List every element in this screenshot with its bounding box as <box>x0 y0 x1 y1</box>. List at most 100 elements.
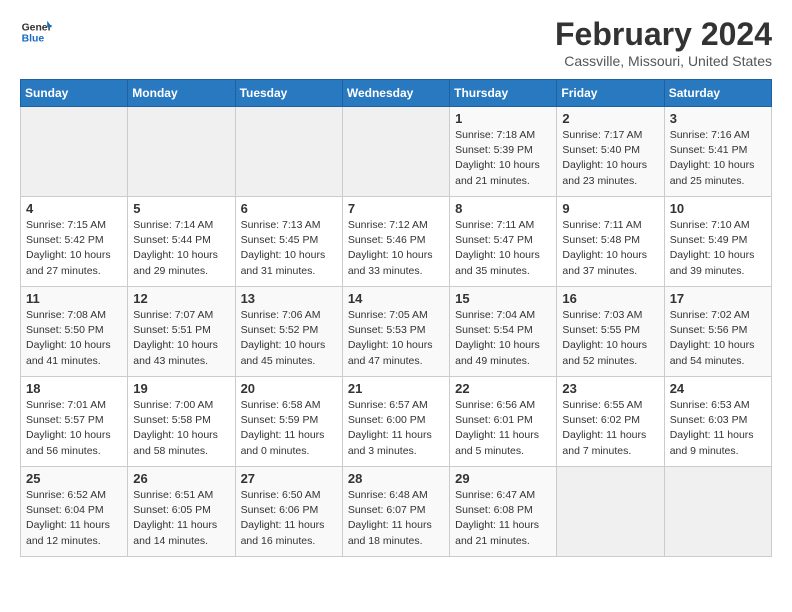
day-info: Sunrise: 6:48 AM Sunset: 6:07 PM Dayligh… <box>348 488 444 549</box>
table-row: 20 Sunrise: 6:58 AM Sunset: 5:59 PM Dayli… <box>235 377 342 467</box>
table-row: 19Sunrise: 7:00 AM Sunset: 5:58 PM Dayli… <box>128 377 235 467</box>
col-wednesday: Wednesday <box>342 80 449 107</box>
col-saturday: Saturday <box>664 80 771 107</box>
col-monday: Monday <box>128 80 235 107</box>
day-number: 18 <box>26 381 122 396</box>
day-number: 24 <box>670 381 766 396</box>
day-info: Sunrise: 6:56 AM Sunset: 6:01 PM Dayligh… <box>455 398 551 459</box>
day-info: Sunrise: 6:51 AM Sunset: 6:05 PM Dayligh… <box>133 488 229 549</box>
day-number: 8 <box>455 201 551 216</box>
table-row: 21 Sunrise: 6:57 AM Sunset: 6:00 PM Dayli… <box>342 377 449 467</box>
table-row: 17 Sunrise: 7:02 AM Sunset: 5:56 PM Dayli… <box>664 287 771 377</box>
day-number: 5 <box>133 201 229 216</box>
day-info: Sunrise: 7:11 AM Sunset: 5:47 PM Dayligh… <box>455 218 551 279</box>
col-sunday: Sunday <box>21 80 128 107</box>
table-row: 3 Sunrise: 7:16 AM Sunset: 5:41 PM Daylig… <box>664 107 771 197</box>
table-row: 10 Sunrise: 7:10 AM Sunset: 5:49 PM Dayli… <box>664 197 771 287</box>
table-row: 13Sunrise: 7:06 AM Sunset: 5:52 PM Dayli… <box>235 287 342 377</box>
table-row: 12 Sunrise: 7:07 AM Sunset: 5:51 PM Dayli… <box>128 287 235 377</box>
svg-text:Blue: Blue <box>22 34 45 45</box>
day-info: Sunrise: 6:47 AM Sunset: 6:08 PM Dayligh… <box>455 488 551 549</box>
calendar-week-row: 11 Sunrise: 7:08 AM Sunset: 5:50 PM Dayli… <box>21 287 772 377</box>
col-thursday: Thursday <box>450 80 557 107</box>
calendar-table: Sunday Monday Tuesday Wednesday Thursday… <box>20 79 772 557</box>
day-info: Sunrise: 7:01 AM Sunset: 5:57 PM Dayligh… <box>26 398 122 459</box>
logo: General Blue General Blue <box>20 16 52 48</box>
page-header: General Blue General Blue February 2024 … <box>20 16 772 69</box>
day-info: Sunrise: 7:07 AM Sunset: 5:51 PM Dayligh… <box>133 308 229 369</box>
table-row: 23 Sunrise: 6:55 AM Sunset: 6:02 PM Dayli… <box>557 377 664 467</box>
day-info: Sunrise: 7:16 AM Sunset: 5:41 PM Dayligh… <box>670 128 766 189</box>
title-block: February 2024 Cassville, Missouri, Unite… <box>555 16 772 69</box>
day-number: 10 <box>670 201 766 216</box>
table-row <box>342 107 449 197</box>
col-friday: Friday <box>557 80 664 107</box>
day-number: 15 <box>455 291 551 306</box>
table-row: 11 Sunrise: 7:08 AM Sunset: 5:50 PM Dayli… <box>21 287 128 377</box>
day-info: Sunrise: 7:03 AM Sunset: 5:55 PM Dayligh… <box>562 308 658 369</box>
day-number: 20 <box>241 381 337 396</box>
day-info: Sunrise: 7:15 AM Sunset: 5:42 PM Dayligh… <box>26 218 122 279</box>
table-row: 6Sunrise: 7:13 AM Sunset: 5:45 PM Daylig… <box>235 197 342 287</box>
day-info: Sunrise: 6:58 AM Sunset: 5:59 PM Dayligh… <box>241 398 337 459</box>
day-info: Sunrise: 7:17 AM Sunset: 5:40 PM Dayligh… <box>562 128 658 189</box>
day-info: Sunrise: 7:00 AM Sunset: 5:58 PM Dayligh… <box>133 398 229 459</box>
day-number: 13 <box>241 291 337 306</box>
table-row <box>664 467 771 557</box>
day-number: 22 <box>455 381 551 396</box>
table-row: 16Sunrise: 7:03 AM Sunset: 5:55 PM Dayli… <box>557 287 664 377</box>
table-row: 7Sunrise: 7:12 AM Sunset: 5:46 PM Daylig… <box>342 197 449 287</box>
day-info: Sunrise: 7:11 AM Sunset: 5:48 PM Dayligh… <box>562 218 658 279</box>
table-row: 27 Sunrise: 6:50 AM Sunset: 6:06 PM Dayli… <box>235 467 342 557</box>
table-row <box>235 107 342 197</box>
calendar-week-row: 25 Sunrise: 6:52 AM Sunset: 6:04 PM Dayli… <box>21 467 772 557</box>
day-number: 21 <box>348 381 444 396</box>
calendar-week-row: 4 Sunrise: 7:15 AM Sunset: 5:42 PM Daylig… <box>21 197 772 287</box>
day-info: Sunrise: 6:57 AM Sunset: 6:00 PM Dayligh… <box>348 398 444 459</box>
day-number: 25 <box>26 471 122 486</box>
day-info: Sunrise: 7:10 AM Sunset: 5:49 PM Dayligh… <box>670 218 766 279</box>
table-row: 1Sunrise: 7:18 AM Sunset: 5:39 PM Daylig… <box>450 107 557 197</box>
table-row: 2 Sunrise: 7:17 AM Sunset: 5:40 PM Daylig… <box>557 107 664 197</box>
table-row: 9 Sunrise: 7:11 AM Sunset: 5:48 PM Daylig… <box>557 197 664 287</box>
day-number: 9 <box>562 201 658 216</box>
day-info: Sunrise: 7:02 AM Sunset: 5:56 PM Dayligh… <box>670 308 766 369</box>
calendar-week-row: 18 Sunrise: 7:01 AM Sunset: 5:57 PM Dayli… <box>21 377 772 467</box>
day-info: Sunrise: 6:52 AM Sunset: 6:04 PM Dayligh… <box>26 488 122 549</box>
day-number: 27 <box>241 471 337 486</box>
table-row: 15 Sunrise: 7:04 AM Sunset: 5:54 PM Dayli… <box>450 287 557 377</box>
day-number: 28 <box>348 471 444 486</box>
day-number: 2 <box>562 111 658 126</box>
table-row: 5Sunrise: 7:14 AM Sunset: 5:44 PM Daylig… <box>128 197 235 287</box>
day-info: Sunrise: 7:05 AM Sunset: 5:53 PM Dayligh… <box>348 308 444 369</box>
day-info: Sunrise: 7:04 AM Sunset: 5:54 PM Dayligh… <box>455 308 551 369</box>
day-number: 4 <box>26 201 122 216</box>
day-info: Sunrise: 6:50 AM Sunset: 6:06 PM Dayligh… <box>241 488 337 549</box>
table-row: 14 Sunrise: 7:05 AM Sunset: 5:53 PM Dayli… <box>342 287 449 377</box>
table-row <box>21 107 128 197</box>
day-number: 14 <box>348 291 444 306</box>
table-row: 18 Sunrise: 7:01 AM Sunset: 5:57 PM Dayli… <box>21 377 128 467</box>
day-info: Sunrise: 7:08 AM Sunset: 5:50 PM Dayligh… <box>26 308 122 369</box>
day-number: 23 <box>562 381 658 396</box>
table-row <box>128 107 235 197</box>
logo-icon: General Blue <box>20 16 52 48</box>
day-number: 3 <box>670 111 766 126</box>
day-number: 17 <box>670 291 766 306</box>
day-info: Sunrise: 6:53 AM Sunset: 6:03 PM Dayligh… <box>670 398 766 459</box>
table-row: 24 Sunrise: 6:53 AM Sunset: 6:03 PM Dayli… <box>664 377 771 467</box>
calendar-week-row: 1Sunrise: 7:18 AM Sunset: 5:39 PM Daylig… <box>21 107 772 197</box>
table-row: 28 Sunrise: 6:48 AM Sunset: 6:07 PM Dayli… <box>342 467 449 557</box>
day-number: 7 <box>348 201 444 216</box>
day-number: 12 <box>133 291 229 306</box>
table-row <box>557 467 664 557</box>
table-row: 4 Sunrise: 7:15 AM Sunset: 5:42 PM Daylig… <box>21 197 128 287</box>
day-number: 11 <box>26 291 122 306</box>
page-subtitle: Cassville, Missouri, United States <box>555 53 772 69</box>
table-row: 8 Sunrise: 7:11 AM Sunset: 5:47 PM Daylig… <box>450 197 557 287</box>
day-number: 1 <box>455 111 551 126</box>
day-info: Sunrise: 6:55 AM Sunset: 6:02 PM Dayligh… <box>562 398 658 459</box>
table-row: 25 Sunrise: 6:52 AM Sunset: 6:04 PM Dayli… <box>21 467 128 557</box>
day-info: Sunrise: 7:13 AM Sunset: 5:45 PM Dayligh… <box>241 218 337 279</box>
table-row: 29Sunrise: 6:47 AM Sunset: 6:08 PM Dayli… <box>450 467 557 557</box>
